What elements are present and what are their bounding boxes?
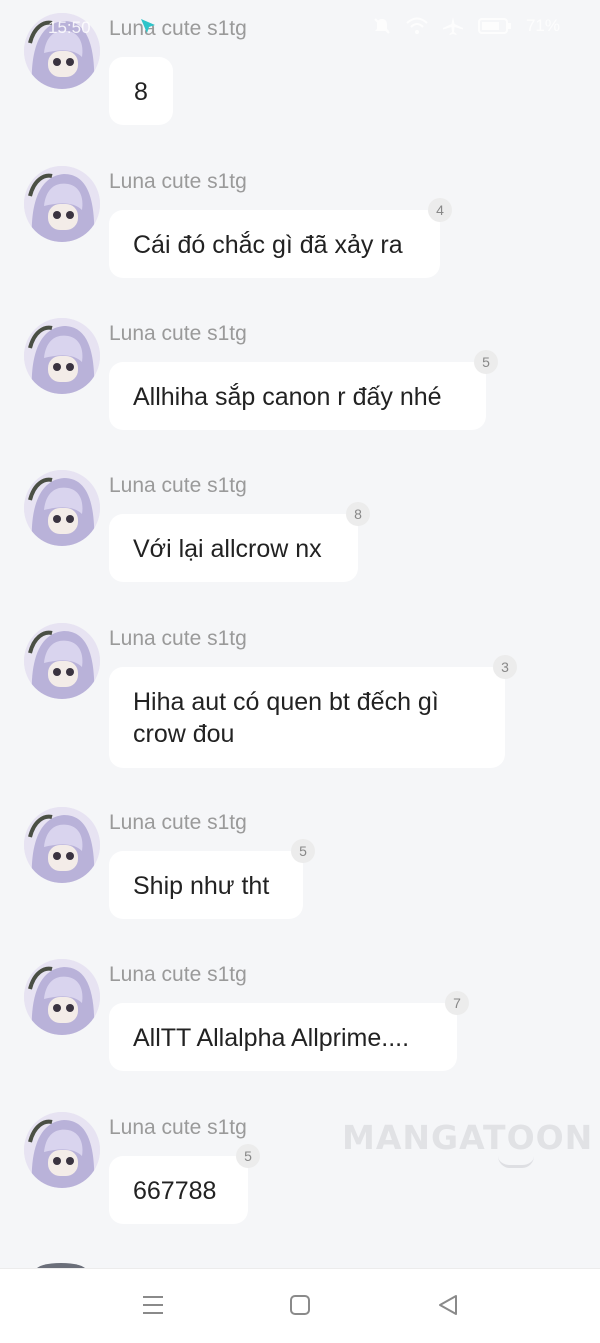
- back-triangle-icon[interactable]: [436, 1293, 460, 1322]
- sender-name: Luna cute s1tg: [109, 963, 247, 986]
- message-bubble[interactable]: Ship như tht 5: [109, 839, 315, 919]
- message-bubble[interactable]: Allhiha sắp canon r đấy nhé 5: [109, 350, 498, 430]
- cursor-app-icon: [138, 16, 158, 36]
- message-text: Với lại allcrow nx: [133, 535, 322, 563]
- sender-name: Luna cute s1tg: [109, 322, 247, 345]
- sender-name: Luna cute s1tg: [109, 811, 247, 834]
- message-text: AllTT Allalpha Allprime....: [133, 1024, 410, 1052]
- home-square-icon[interactable]: [288, 1293, 312, 1322]
- battery-percentage: 71%: [525, 16, 560, 35]
- avatar[interactable]: [24, 166, 100, 242]
- reply-count-badge[interactable]: 3: [493, 655, 517, 679]
- status-time: 15:50: [48, 18, 91, 37]
- sender-name: Luna cute s1tg: [109, 170, 247, 193]
- reply-count-badge[interactable]: 5: [474, 350, 498, 374]
- message-bubble[interactable]: 667788 5: [109, 1144, 260, 1224]
- sender-name: Luna cute s1tg: [109, 474, 247, 497]
- wifi-icon: [406, 17, 428, 35]
- airplane-icon: [442, 16, 464, 36]
- message-text: Hiha aut có quen bt đếch gì crow đou: [133, 688, 439, 748]
- menu-icon[interactable]: [141, 1293, 165, 1322]
- avatar[interactable]: [24, 807, 100, 883]
- message-text: Cái đó chắc gì đã xảy ra: [133, 231, 403, 259]
- system-nav-bar: [0, 1268, 600, 1343]
- watermark: MANGATOON: [342, 1118, 594, 1157]
- message-text: Allhiha sắp canon r đấy nhé: [133, 383, 442, 411]
- message-bubble[interactable]: Với lại allcrow nx 8: [109, 502, 370, 582]
- message-bubble[interactable]: 8: [109, 57, 173, 125]
- reply-count-badge[interactable]: 8: [346, 502, 370, 526]
- avatar[interactable]: [24, 1112, 100, 1188]
- reply-count-badge[interactable]: 5: [236, 1144, 260, 1168]
- status-bar: 15:50 71%: [0, 0, 600, 56]
- battery-icon: [477, 17, 512, 35]
- sender-name: Luna cute s1tg: [109, 627, 247, 650]
- message-text: 667788: [133, 1177, 217, 1205]
- avatar[interactable]: [24, 318, 100, 394]
- mute-bell-icon: [372, 16, 392, 36]
- message-text: Ship như tht: [133, 872, 270, 900]
- message-bubble[interactable]: AllTT Allalpha Allprime.... 7: [109, 991, 469, 1071]
- reply-count-badge[interactable]: 7: [445, 991, 469, 1015]
- reply-count-badge[interactable]: 4: [428, 198, 452, 222]
- message-bubble[interactable]: Cái đó chắc gì đã xảy ra 4: [109, 198, 452, 278]
- message-bubble[interactable]: Hiha aut có quen bt đếch gì crow đou 3: [109, 655, 517, 768]
- reply-count-badge[interactable]: 5: [291, 839, 315, 863]
- watermark-smile-icon: [498, 1156, 534, 1168]
- sender-name: Luna cute s1tg: [109, 1116, 247, 1139]
- avatar[interactable]: [24, 959, 100, 1035]
- status-icons: 71%: [372, 16, 560, 36]
- avatar[interactable]: [24, 623, 100, 699]
- avatar[interactable]: [24, 470, 100, 546]
- message-text: 8: [134, 78, 148, 106]
